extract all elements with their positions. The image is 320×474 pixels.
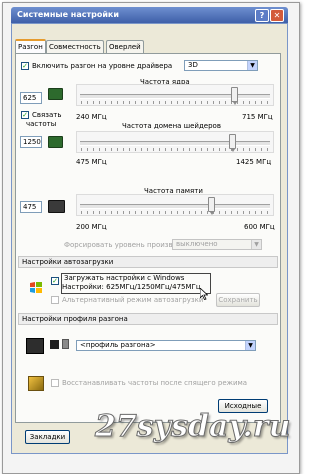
tab-compatibility[interactable]: Совместность — [46, 40, 104, 53]
core-clock-input[interactable]: 625 — [20, 92, 42, 104]
enable-overclock-label: Включить разгон на уровне драйвера — [32, 62, 173, 70]
shader-clock-title: Частота домена шейдеров — [122, 122, 221, 130]
link-clocks-checkbox[interactable]: ✓ — [21, 111, 29, 119]
mouse-cursor-icon — [200, 288, 208, 300]
shader-clock-input[interactable]: 1250 — [20, 136, 42, 148]
gpu-chip-icon — [48, 88, 63, 100]
autoload-group-header: Настройки автозагрузки — [18, 256, 278, 268]
alt-autoload-label: Альтернативный режим автозагрузки — [62, 296, 204, 304]
link-clocks-label-1: Связать — [32, 111, 62, 119]
memory-clock-thumb[interactable] — [208, 197, 216, 215]
restore-after-sleep-label: Восстанавливать частоты после спящего ре… — [62, 379, 248, 387]
shader-clock-thumb[interactable] — [228, 134, 236, 152]
save-disk-icon[interactable] — [50, 340, 59, 349]
window-title: Системные настройки — [17, 10, 119, 19]
sleep-monitor-icon — [28, 376, 44, 391]
mode-select[interactable]: 3D ▼ — [184, 60, 258, 71]
windows-logo-icon — [30, 281, 42, 294]
shader-clock-min: 475 МГц — [76, 158, 107, 166]
core-clock-min: 240 МГц — [76, 113, 107, 121]
chevron-down-icon: ▼ — [245, 341, 255, 350]
profile-select[interactable]: <профиль разгона> ▼ — [76, 340, 256, 351]
core-clock-slider[interactable] — [76, 84, 274, 106]
core-clock-max: 715 МГц — [242, 113, 273, 121]
film-strip-icon — [26, 338, 44, 354]
profile-select-value: <профиль разгона> — [80, 341, 156, 349]
memory-clock-slider[interactable] — [76, 194, 274, 216]
chevron-down-icon: ▼ — [251, 240, 261, 249]
profile-group-header: Настройки профиля разгона — [18, 313, 278, 325]
memory-clock-min: 200 МГц — [76, 223, 107, 231]
restore-after-sleep-checkbox[interactable] — [51, 379, 59, 387]
link-clocks-label-2: частоты — [26, 120, 57, 128]
help-button[interactable]: ? — [255, 9, 269, 22]
memory-chip-icon — [48, 200, 65, 213]
force-performance-label: Форсировать уровень произв. — [64, 241, 175, 249]
memory-clock-max: 600 МГц — [244, 223, 275, 231]
core-clock-thumb[interactable] — [230, 87, 238, 105]
memory-clock-input[interactable]: 475 — [20, 201, 42, 213]
load-with-windows-settings: Настройки: 625МГц/1250МГц/475МГц — [62, 283, 201, 291]
shader-clock-slider[interactable] — [76, 131, 274, 153]
mode-select-value: 3D — [188, 61, 198, 69]
chevron-down-icon: ▼ — [247, 61, 257, 70]
close-button[interactable]: ✕ — [270, 9, 284, 22]
overclock-panel: ✓ Включить разгон на уровне драйвера 3D … — [15, 53, 281, 423]
tab-overlay[interactable]: Оверлей — [106, 40, 144, 53]
save-button[interactable]: Сохранить — [216, 293, 260, 307]
shader-clock-max: 1425 МГц — [236, 158, 272, 166]
force-performance-value: выключено — [176, 240, 218, 248]
title-bar: Системные настройки ? ✕ — [11, 7, 288, 23]
delete-bin-icon[interactable] — [62, 339, 69, 349]
shader-chip-icon — [48, 136, 63, 148]
alt-autoload-checkbox[interactable] — [51, 296, 59, 304]
enable-overclock-checkbox[interactable]: ✓ — [21, 62, 29, 70]
force-performance-select[interactable]: выключено ▼ — [172, 239, 262, 250]
load-with-windows-checkbox[interactable]: ✓ — [51, 277, 59, 285]
watermark: 27sysday.ru — [94, 409, 291, 445]
load-with-windows-label: Загружать настройки с Windows — [64, 274, 185, 282]
bookmarks-button[interactable]: Закладки — [25, 430, 70, 444]
